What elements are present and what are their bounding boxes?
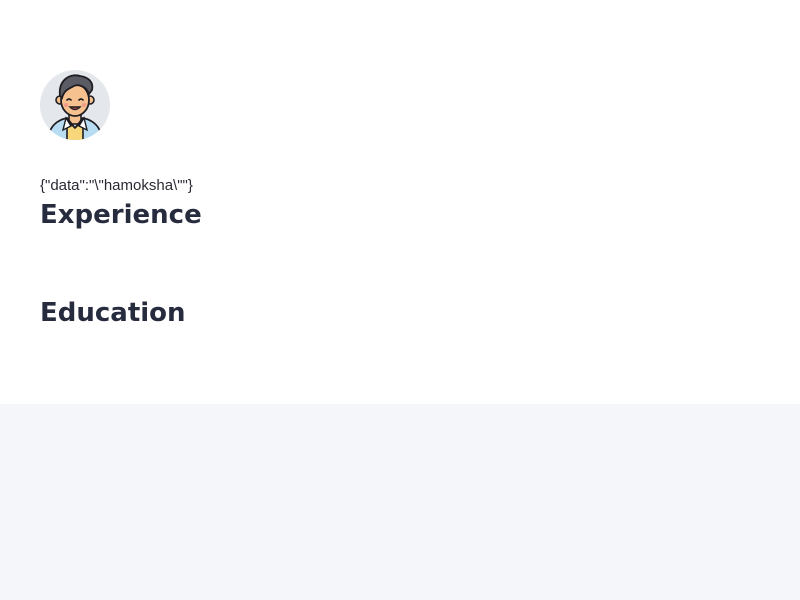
page-background-area xyxy=(0,404,800,600)
avatar xyxy=(40,70,110,140)
experience-heading: Experience xyxy=(40,200,202,230)
education-heading: Education xyxy=(40,298,186,328)
profile-card: {"data":"\"hamoksha\""} Experience Educa… xyxy=(0,0,800,404)
user-avatar-icon xyxy=(47,74,103,140)
profile-raw-data-text: {"data":"\"hamoksha\""} xyxy=(40,177,193,194)
